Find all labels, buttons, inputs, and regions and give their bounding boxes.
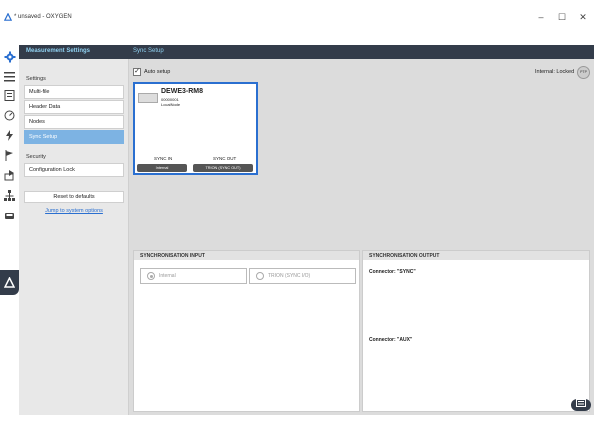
gear-icon[interactable] bbox=[0, 47, 19, 67]
nav-item-header-data[interactable]: Header Data bbox=[24, 100, 124, 114]
expand-icon[interactable] bbox=[571, 399, 591, 411]
settings-section-label: Settings bbox=[26, 76, 46, 82]
auto-setup-label: Auto setup bbox=[144, 69, 171, 75]
radio-trion-icon bbox=[256, 272, 264, 280]
gauge-icon[interactable] bbox=[2, 108, 17, 123]
sync-out-button[interactable]: TRION (SYNC OUT) bbox=[193, 164, 253, 172]
jump-system-options-link[interactable]: Jump to system options bbox=[24, 208, 124, 214]
connector-sync-label: Connector: "SYNC" bbox=[369, 269, 416, 275]
reset-defaults-button[interactable]: Reset to defaults bbox=[24, 191, 124, 203]
network-icon[interactable] bbox=[2, 188, 17, 203]
radio-trion-label: TRION (SYNC I/O) bbox=[268, 273, 311, 279]
device-node: LocalNode bbox=[161, 102, 181, 107]
export-icon[interactable] bbox=[2, 168, 17, 183]
radio-internal-label: Internal bbox=[159, 273, 176, 279]
sync-input-box: SYNCHRONISATION INPUT Internal TRION (SY… bbox=[133, 250, 360, 412]
sync-in-button[interactable]: Internal bbox=[137, 164, 187, 172]
nav-item-sync-setup[interactable]: Sync Setup bbox=[24, 130, 124, 144]
list-icon[interactable] bbox=[2, 69, 17, 84]
device-name: DEWE3-RM8 bbox=[161, 88, 204, 95]
radio-internal[interactable]: Internal bbox=[140, 268, 247, 284]
sync-output-box: SYNCHRONISATION OUTPUT Connector: "SYNC"… bbox=[362, 250, 590, 412]
lightning-icon[interactable] bbox=[2, 128, 17, 143]
sync-output-header: SYNCHRONISATION OUTPUT bbox=[363, 251, 589, 260]
sync-out-label: SYNC OUT bbox=[213, 156, 237, 161]
sync-input-header: SYNCHRONISATION INPUT bbox=[134, 251, 359, 260]
oxygen-logo-icon bbox=[4, 13, 12, 21]
sync-in-label: SYNC IN bbox=[154, 156, 173, 161]
radio-trion[interactable]: TRION (SYNC I/O) bbox=[249, 268, 356, 284]
nav-item-nodes[interactable]: Nodes bbox=[24, 115, 124, 129]
lock-status-icon: PTP bbox=[577, 66, 590, 79]
left-icon-bar bbox=[0, 45, 19, 445]
car-icon[interactable] bbox=[2, 208, 17, 223]
internal-locked-status: Internal: Locked bbox=[535, 69, 575, 75]
connector-aux-label: Connector: "AUX" bbox=[369, 337, 413, 343]
title-bar: * unsaved - OXYGEN – ☐ ✕ bbox=[0, 0, 594, 30]
oxygen-icon[interactable] bbox=[0, 270, 19, 295]
radio-internal-icon bbox=[147, 272, 155, 280]
nav-item-configuration-lock[interactable]: Configuration Lock bbox=[24, 163, 124, 177]
window-title: * unsaved - OXYGEN bbox=[14, 14, 72, 20]
report-icon[interactable] bbox=[2, 88, 17, 103]
device-card[interactable]: DEWE3-RM8 00000001 LocalNode SYNC IN SYN… bbox=[133, 82, 258, 175]
main-header: Sync Setup bbox=[129, 45, 594, 59]
close-button[interactable]: ✕ bbox=[576, 11, 590, 23]
device-image-icon bbox=[138, 93, 158, 103]
flag-icon[interactable] bbox=[2, 148, 17, 163]
security-section-label: Security bbox=[26, 154, 46, 160]
nav-item-multi-file[interactable]: Multi-file bbox=[24, 85, 124, 99]
auto-setup-checkbox[interactable]: ✓ bbox=[133, 68, 141, 76]
minimize-button[interactable]: – bbox=[534, 11, 548, 23]
panel-header: Measurement Settings bbox=[19, 45, 129, 59]
maximize-button[interactable]: ☐ bbox=[555, 11, 569, 23]
